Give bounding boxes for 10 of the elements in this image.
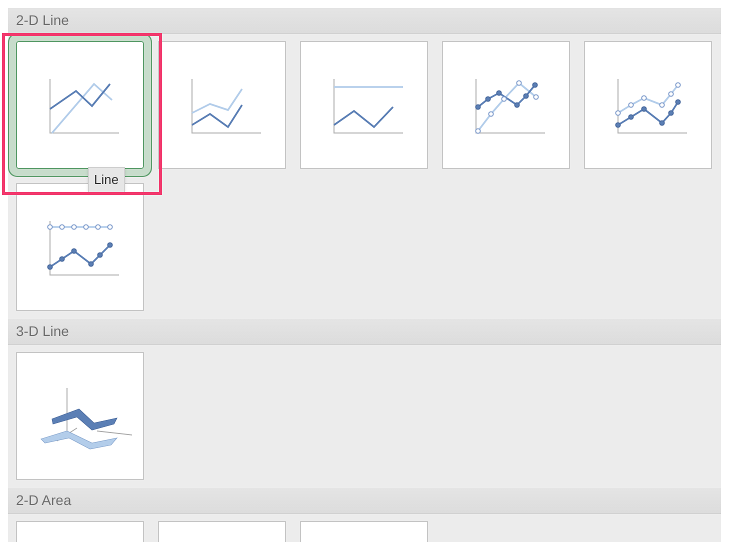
section-header: 3-D Line [8,319,721,345]
chart-type-tile[interactable] [300,41,428,169]
chart-type-tile[interactable] [584,41,712,169]
section-header: 2-D Line [8,8,721,34]
chart-type-tile[interactable] [158,41,286,169]
chart-type-tile[interactable] [16,183,144,311]
section-header: 2-D Area [8,488,721,514]
tooltip: Line [88,167,125,192]
chart-type-tile[interactable] [16,352,144,480]
chart-type-tile[interactable] [442,41,570,169]
